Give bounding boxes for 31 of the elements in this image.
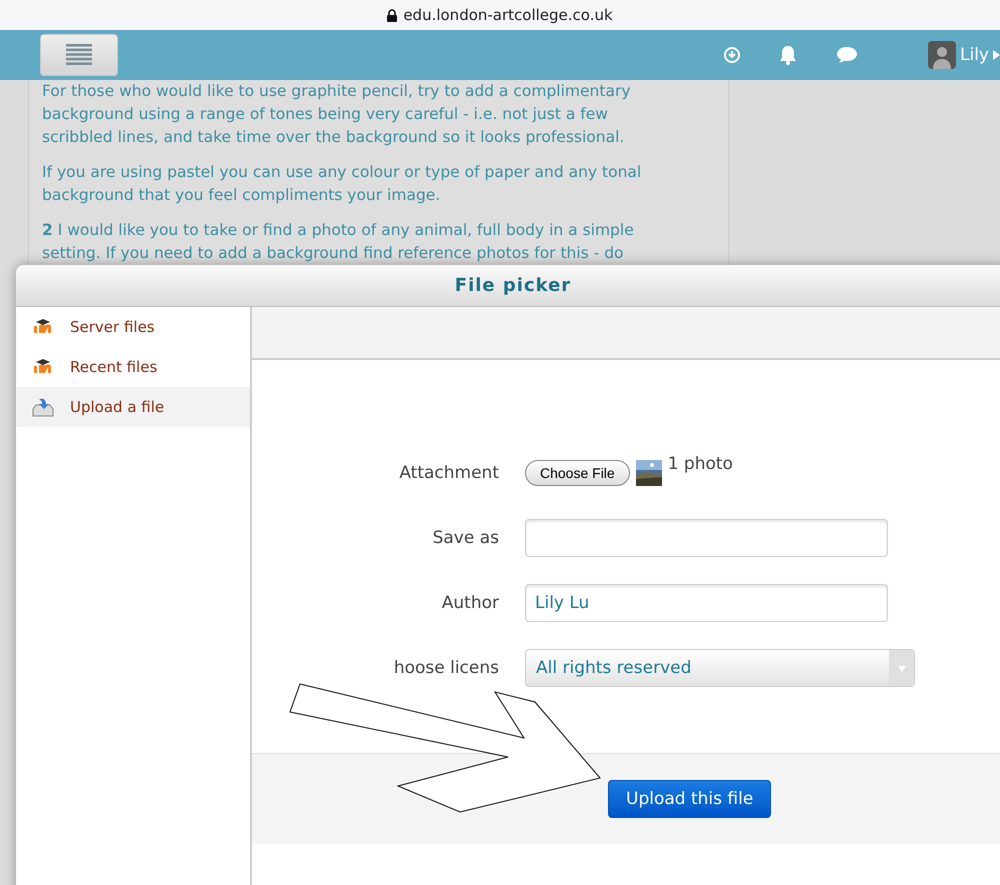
- dialog-title: File picker: [16, 265, 1000, 307]
- caret-icon: [993, 50, 1000, 60]
- chat-icon[interactable]: [836, 46, 858, 64]
- license-select[interactable]: All rights reserved: [525, 648, 915, 686]
- source-label: Upload a file: [70, 398, 164, 416]
- body-paragraph: 2 I would like you to take or find a photo of any animal, full body in a simple setting. If you need to add a background find reference photos for this - do: [42, 220, 635, 264]
- bell-icon[interactable]: [778, 45, 798, 65]
- choose-file-button[interactable]: Choose File: [525, 460, 630, 486]
- graduation-cap-icon: [32, 319, 54, 335]
- field-label: Author: [440, 592, 499, 614]
- graduation-cap-icon: [32, 359, 54, 375]
- save-as-field[interactable]: [525, 518, 888, 556]
- download-icon[interactable]: [724, 47, 740, 63]
- menu-icon: [66, 44, 92, 66]
- upload-button[interactable]: Upload this file: [608, 780, 772, 818]
- address-text[interactable]: edu.london-artcollege.co.uk: [403, 6, 613, 24]
- source-item[interactable]: Upload a file: [16, 387, 250, 427]
- field-label: hoose licens: [392, 656, 499, 680]
- field-label: Attachment: [398, 462, 499, 484]
- upload-tray-icon: [32, 397, 54, 417]
- dropdown-caret-icon: [889, 650, 914, 686]
- source-label: Recent files: [70, 358, 158, 376]
- menu-button[interactable]: [40, 34, 118, 76]
- avatar-icon: [928, 41, 956, 69]
- source-label: Server files: [70, 318, 155, 336]
- body-paragraph: For those who would like to use graphite pencil, try to add a complimentary background using a range of tones being very careful - i.e. not just a few scribbled lines, and take time over the background so it looks professional.: [42, 81, 632, 148]
- lock-icon: [387, 8, 398, 22]
- author-field[interactable]: Lily Lu: [525, 584, 888, 622]
- field-label: Save as: [432, 526, 499, 550]
- file-count: 1 photo: [668, 454, 733, 474]
- body-paragraph: If you are using pastel you can use any colour or type of paper and any tonal background that you feel compliments your image.: [42, 162, 642, 206]
